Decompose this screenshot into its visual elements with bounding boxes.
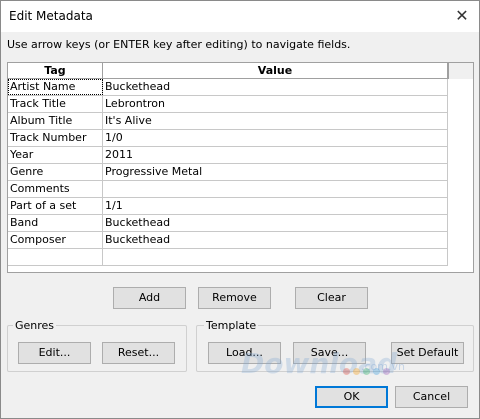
ok-button[interactable]: OK xyxy=(315,386,388,408)
genres-reset-button[interactable]: Reset... xyxy=(102,342,175,364)
tag-cell[interactable]: Album Title xyxy=(8,113,103,129)
value-cell[interactable] xyxy=(103,181,448,197)
navigation-hint: Use arrow keys (or ENTER key after editi… xyxy=(7,38,351,51)
watermark-dots xyxy=(343,365,393,378)
value-cell[interactable]: 1/0 xyxy=(103,130,448,146)
metadata-grid: Tag Value Artist Name Buckethead Track Tit… xyxy=(7,62,474,273)
table-row[interactable]: Part of a set 1/1 xyxy=(8,198,448,215)
table-row[interactable]: Composer Buckethead xyxy=(8,232,448,249)
table-row[interactable]: Genre Progressive Metal xyxy=(8,164,448,181)
tag-cell[interactable]: Composer xyxy=(8,232,103,248)
clear-button[interactable]: Clear xyxy=(295,287,368,309)
genres-edit-button[interactable]: Edit... xyxy=(18,342,91,364)
value-cell[interactable]: 1/1 xyxy=(103,198,448,214)
value-cell[interactable]: Progressive Metal xyxy=(103,164,448,180)
value-cell[interactable]: It's Alive xyxy=(103,113,448,129)
tag-cell[interactable]: Band xyxy=(8,215,103,231)
close-icon[interactable]: ✕ xyxy=(451,5,473,27)
value-cell[interactable]: 2011 xyxy=(103,147,448,163)
value-cell[interactable]: Buckethead xyxy=(103,79,448,95)
tag-cell[interactable]: Comments xyxy=(8,181,103,197)
remove-button[interactable]: Remove xyxy=(198,287,271,309)
watermark-dot xyxy=(343,368,350,375)
watermark-dot xyxy=(363,368,370,375)
column-header-tag[interactable]: Tag xyxy=(8,63,103,79)
value-cell[interactable]: Lebrontron xyxy=(103,96,448,112)
table-row[interactable]: Track Title Lebrontron xyxy=(8,96,448,113)
tag-cell[interactable]: Artist Name xyxy=(8,79,103,95)
value-cell[interactable] xyxy=(103,249,448,265)
add-button[interactable]: Add xyxy=(113,287,186,309)
template-group-label: Template xyxy=(204,319,259,332)
table-row[interactable]: Album Title It's Alive xyxy=(8,113,448,130)
title-bar: Edit Metadata ✕ xyxy=(1,1,479,32)
watermark-dot xyxy=(383,368,390,375)
tag-cell[interactable]: Year xyxy=(8,147,103,163)
table-row[interactable]: Artist Name Buckethead xyxy=(8,79,448,96)
table-row[interactable]: Year 2011 xyxy=(8,147,448,164)
table-row[interactable]: Band Buckethead xyxy=(8,215,448,232)
tag-cell[interactable]: Part of a set xyxy=(8,198,103,214)
column-header-value[interactable]: Value xyxy=(103,63,448,79)
grid-rows: Artist Name Buckethead Track Title Lebrontr… xyxy=(8,79,448,266)
window-title: Edit Metadata xyxy=(9,9,93,23)
table-row[interactable]: Track Number 1/0 xyxy=(8,130,448,147)
template-save-button[interactable]: Save... xyxy=(293,342,366,364)
genres-group-label: Genres xyxy=(13,319,57,332)
tag-cell[interactable] xyxy=(8,249,103,265)
tag-cell[interactable]: Genre xyxy=(8,164,103,180)
cancel-button[interactable]: Cancel xyxy=(395,386,468,408)
value-cell[interactable]: Buckethead xyxy=(103,232,448,248)
tag-cell[interactable]: Track Title xyxy=(8,96,103,112)
watermark-dot xyxy=(353,368,360,375)
watermark-dot xyxy=(373,368,380,375)
grid-header: Tag Value xyxy=(8,63,448,79)
header-corner xyxy=(448,63,473,79)
table-row[interactable] xyxy=(8,249,448,266)
template-set-default-button[interactable]: Set Default xyxy=(391,342,464,364)
template-load-button[interactable]: Load... xyxy=(208,342,281,364)
value-cell[interactable]: Buckethead xyxy=(103,215,448,231)
tag-cell[interactable]: Track Number xyxy=(8,130,103,146)
edit-metadata-dialog: Edit Metadata ✕ Use arrow keys (or ENTER… xyxy=(0,0,480,419)
table-row[interactable]: Comments xyxy=(8,181,448,198)
